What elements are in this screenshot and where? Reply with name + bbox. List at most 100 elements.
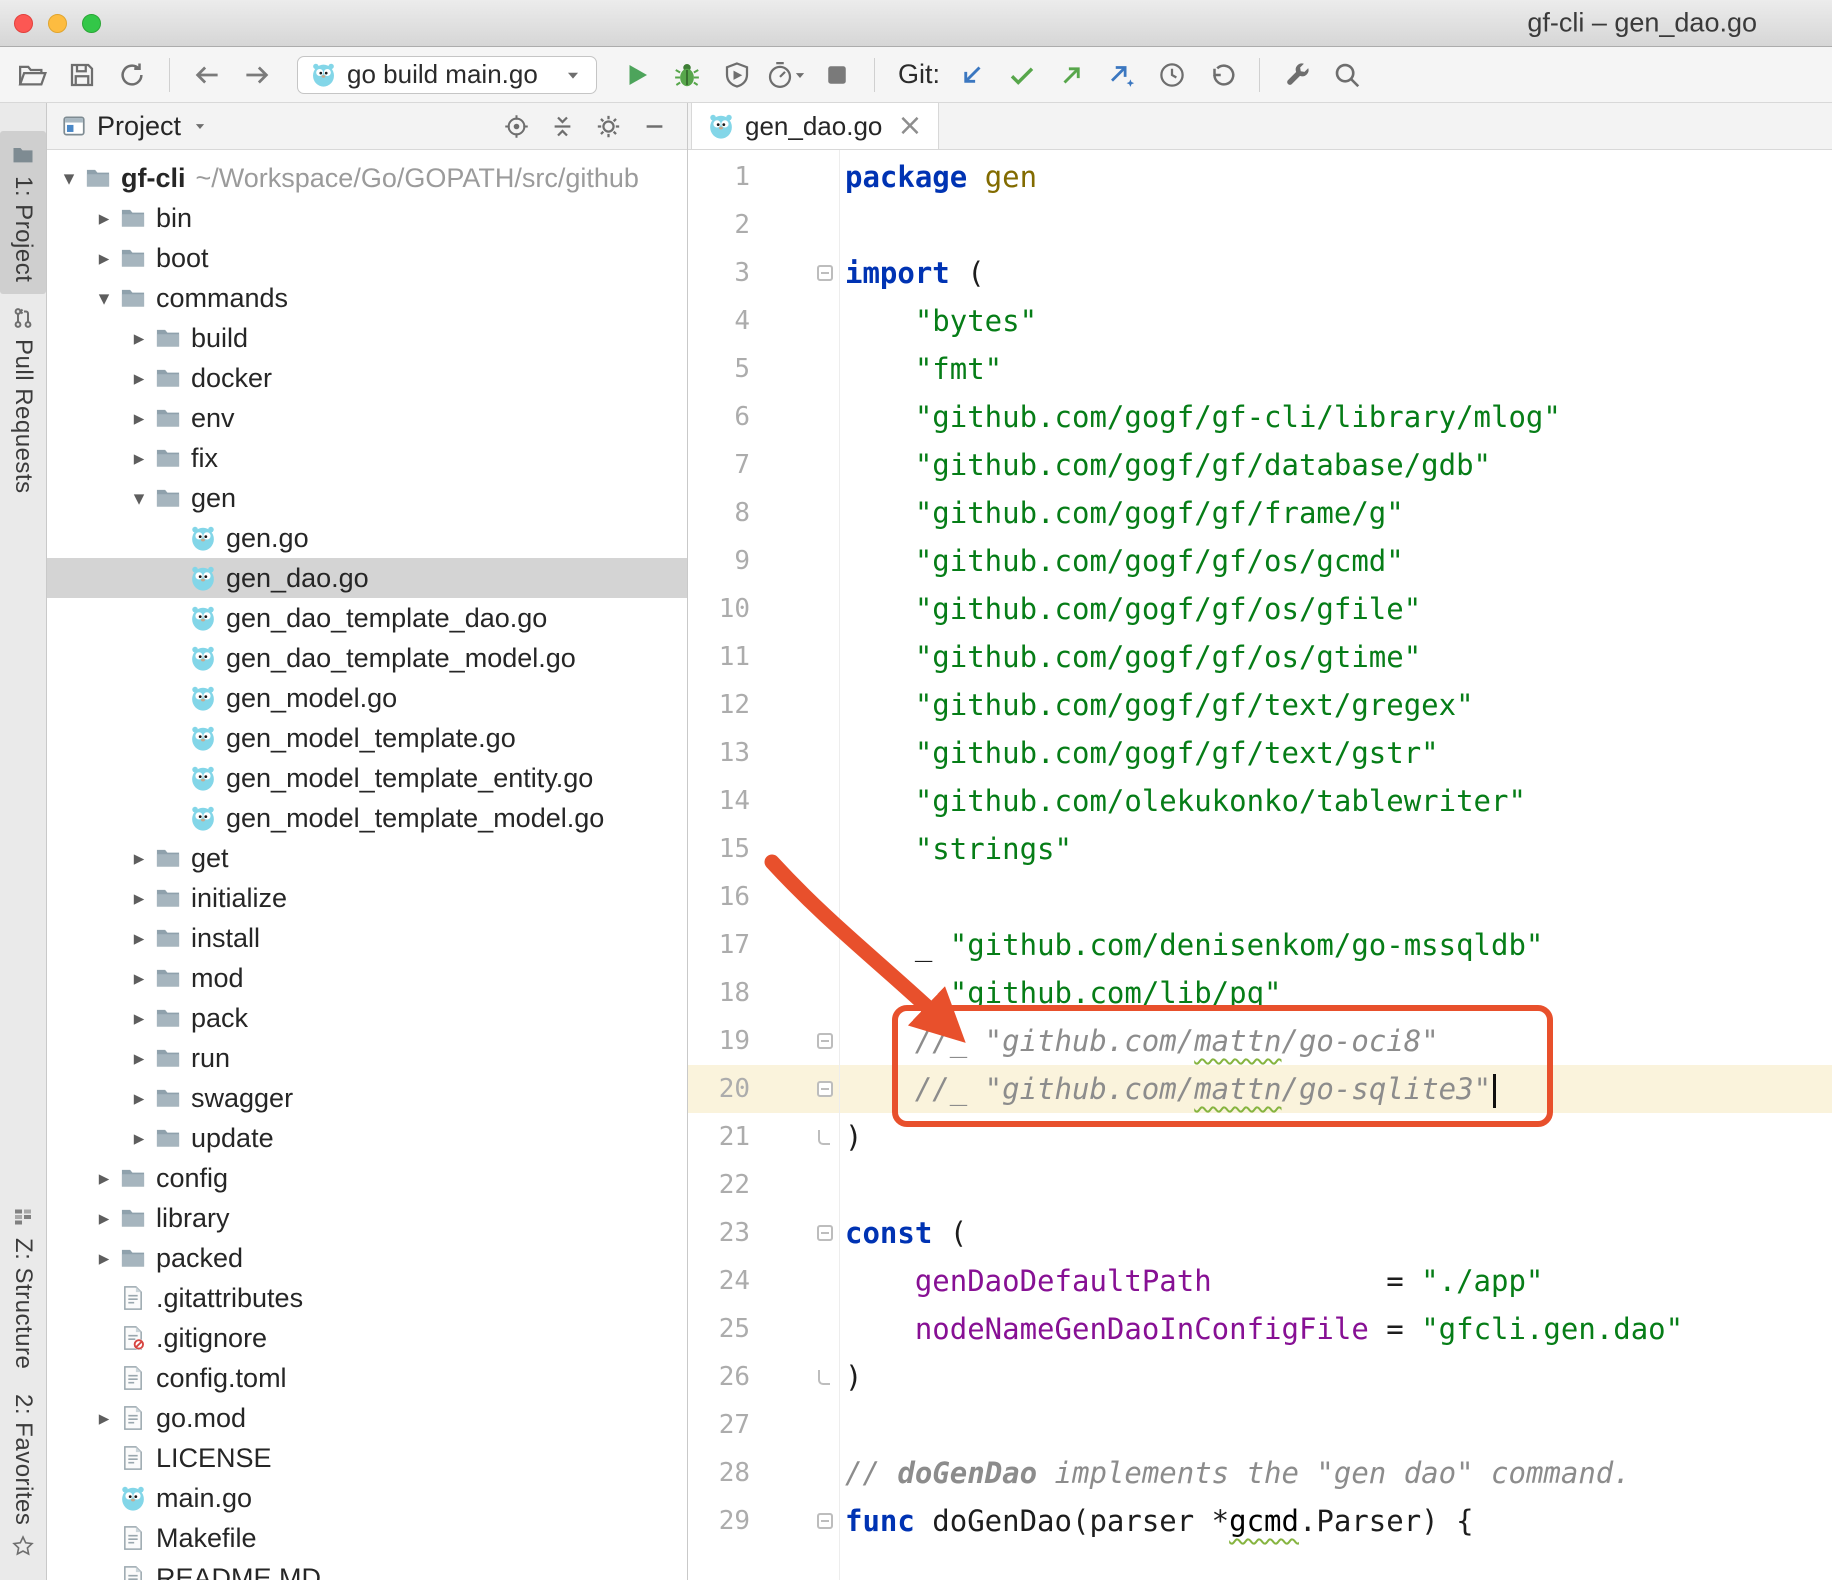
chevron-right-icon[interactable]: ▸ bbox=[124, 366, 154, 390]
tree-item-gen_model_template_entity.go[interactable]: gen_model_template_entity.go bbox=[47, 758, 687, 798]
fold-marker[interactable] bbox=[750, 1513, 845, 1529]
code-line[interactable]: 1 package gen bbox=[688, 153, 1832, 201]
tree-item-gen_dao_template_model.go[interactable]: gen_dao_template_model.go bbox=[47, 638, 687, 678]
code-line[interactable]: 12 "github.com/gogf/gf/text/gregex" bbox=[688, 681, 1832, 729]
locate-file-button[interactable] bbox=[497, 107, 535, 145]
tree-item-gen[interactable]: ▾ gen bbox=[47, 478, 687, 518]
code-line[interactable]: 26) bbox=[688, 1353, 1832, 1401]
panel-title[interactable]: Project bbox=[97, 111, 181, 142]
tree-item-get[interactable]: ▸ get bbox=[47, 838, 687, 878]
chevron-right-icon[interactable]: ▸ bbox=[124, 406, 154, 430]
chevron-right-icon[interactable]: ▸ bbox=[89, 1166, 119, 1190]
history-button[interactable] bbox=[1150, 53, 1194, 97]
chevron-right-icon[interactable]: ▸ bbox=[124, 1046, 154, 1070]
tree-item-gen_model_template.go[interactable]: gen_model_template.go bbox=[47, 718, 687, 758]
git-update-project-button[interactable] bbox=[950, 53, 994, 97]
collapse-all-button[interactable] bbox=[543, 107, 581, 145]
chevron-right-icon[interactable]: ▸ bbox=[124, 886, 154, 910]
code-line[interactable]: 28 // doGenDao implements the "gen dao" c… bbox=[688, 1449, 1832, 1497]
code-line[interactable]: 7 "github.com/gogf/gf/database/gdb" bbox=[688, 441, 1832, 489]
tree-item-config[interactable]: ▸ config bbox=[47, 1158, 687, 1198]
tree-item-pack[interactable]: ▸ pack bbox=[47, 998, 687, 1038]
tree-item-mod[interactable]: ▸ mod bbox=[47, 958, 687, 998]
code-line[interactable]: 19 //_ "github.com/mattn/go-oci8" bbox=[688, 1017, 1832, 1065]
chevron-right-icon[interactable]: ▸ bbox=[124, 846, 154, 870]
tree-item-packed[interactable]: ▸ packed bbox=[47, 1238, 687, 1278]
chevron-right-icon[interactable]: ▸ bbox=[124, 966, 154, 990]
fold-marker[interactable] bbox=[750, 1129, 845, 1145]
fold-marker[interactable] bbox=[750, 1033, 845, 1049]
tree-item-docker[interactable]: ▸ docker bbox=[47, 358, 687, 398]
tree-item-go.mod[interactable]: ▸ go.mod bbox=[47, 1398, 687, 1438]
minimize-window-button[interactable] bbox=[48, 14, 67, 33]
profiler-button[interactable] bbox=[765, 53, 809, 97]
tree-item-gen_dao.go[interactable]: gen_dao.go bbox=[47, 558, 687, 598]
open-button[interactable] bbox=[10, 53, 54, 97]
tree-item-LICENSE[interactable]: LICENSE bbox=[47, 1438, 687, 1478]
chevron-right-icon[interactable]: ▸ bbox=[124, 446, 154, 470]
hide-panel-button[interactable] bbox=[635, 107, 673, 145]
tool-window-button-project[interactable]: 1: Project bbox=[0, 131, 46, 295]
panel-settings-button[interactable] bbox=[589, 107, 627, 145]
tree-item-gf-cli[interactable]: ▾ gf-cli ~/Workspace/Go/GOPATH/src/github bbox=[47, 158, 687, 198]
chevron-right-icon[interactable]: ▸ bbox=[124, 1006, 154, 1030]
chevron-right-icon[interactable]: ▸ bbox=[124, 926, 154, 950]
forward-button[interactable] bbox=[235, 53, 279, 97]
fold-marker[interactable] bbox=[750, 1369, 845, 1385]
tree-item-update[interactable]: ▸ update bbox=[47, 1118, 687, 1158]
code-editor[interactable]: 1 package gen 2 3 import (4 "bytes" 5 "fmt" 6 … bbox=[688, 150, 1832, 1580]
rollback-button[interactable] bbox=[1200, 53, 1244, 97]
code-line[interactable]: 25 nodeNameGenDaoInConfigFile = "gfcli.g… bbox=[688, 1305, 1832, 1353]
code-line[interactable]: 20 //_ "github.com/mattn/go-sqlite3" bbox=[688, 1065, 1832, 1113]
tree-item-gen_model_template_model.go[interactable]: gen_model_template_model.go bbox=[47, 798, 687, 838]
chevron-down-icon[interactable]: ▾ bbox=[89, 286, 119, 310]
coverage-button[interactable] bbox=[715, 53, 759, 97]
git-commit-button[interactable] bbox=[1000, 53, 1044, 97]
code-line[interactable]: 9 "github.com/gogf/gf/os/gcmd" bbox=[688, 537, 1832, 585]
search-everywhere-button[interactable] bbox=[1325, 53, 1369, 97]
chevron-down-icon[interactable]: ▾ bbox=[54, 166, 84, 190]
tree-item-gen_dao_template_dao.go[interactable]: gen_dao_template_dao.go bbox=[47, 598, 687, 638]
code-line[interactable]: 14 "github.com/olekukonko/tablewriter" bbox=[688, 777, 1832, 825]
tree-item-Makefile[interactable]: Makefile bbox=[47, 1518, 687, 1558]
tree-item-README.MD[interactable]: README.MD bbox=[47, 1558, 687, 1580]
close-window-button[interactable] bbox=[14, 14, 33, 33]
code-line[interactable]: 18 _ "github.com/lib/pq" bbox=[688, 969, 1832, 1017]
tree-item-build[interactable]: ▸ build bbox=[47, 318, 687, 358]
code-line[interactable]: 3 import ( bbox=[688, 249, 1832, 297]
chevron-right-icon[interactable]: ▸ bbox=[89, 206, 119, 230]
code-line[interactable]: 27 bbox=[688, 1401, 1832, 1449]
code-line[interactable]: 5 "fmt" bbox=[688, 345, 1832, 393]
back-button[interactable] bbox=[185, 53, 229, 97]
tree-item-initialize[interactable]: ▸ initialize bbox=[47, 878, 687, 918]
code-line[interactable]: 13 "github.com/gogf/gf/text/gstr" bbox=[688, 729, 1832, 777]
tree-item-config.toml[interactable]: config.toml bbox=[47, 1358, 687, 1398]
code-line[interactable]: 21) bbox=[688, 1113, 1832, 1161]
code-line[interactable]: 17 _ "github.com/denisenkom/go-mssqldb" bbox=[688, 921, 1832, 969]
run-config-select[interactable]: go build main.go bbox=[297, 55, 597, 94]
code-line[interactable]: 15 "strings" bbox=[688, 825, 1832, 873]
save-button[interactable] bbox=[60, 53, 104, 97]
tree-item-fix[interactable]: ▸ fix bbox=[47, 438, 687, 478]
code-line[interactable]: 16 bbox=[688, 873, 1832, 921]
tree-item-swagger[interactable]: ▸ swagger bbox=[47, 1078, 687, 1118]
chevron-right-icon[interactable]: ▸ bbox=[89, 1246, 119, 1270]
chevron-right-icon[interactable]: ▸ bbox=[124, 326, 154, 350]
code-line[interactable]: 22 bbox=[688, 1161, 1832, 1209]
tree-item-.gitattributes[interactable]: .gitattributes bbox=[47, 1278, 687, 1318]
external-tools-button[interactable] bbox=[1275, 53, 1319, 97]
chevron-right-icon[interactable]: ▸ bbox=[89, 1406, 119, 1430]
fold-marker[interactable] bbox=[750, 1081, 845, 1097]
chevron-down-icon[interactable]: ▾ bbox=[124, 486, 154, 510]
code-line[interactable]: 11 "github.com/gogf/gf/os/gtime" bbox=[688, 633, 1832, 681]
tool-window-button-favorites[interactable]: 2: Favorites bbox=[0, 1382, 46, 1570]
zoom-window-button[interactable] bbox=[82, 14, 101, 33]
code-line[interactable]: 10 "github.com/gogf/gf/os/gfile" bbox=[688, 585, 1832, 633]
close-icon[interactable]: × bbox=[897, 111, 922, 141]
fold-marker[interactable] bbox=[750, 1225, 845, 1241]
stop-button[interactable] bbox=[815, 53, 859, 97]
tree-item-.gitignore[interactable]: .gitignore bbox=[47, 1318, 687, 1358]
code-line[interactable]: 23 const ( bbox=[688, 1209, 1832, 1257]
chevron-down-icon[interactable] bbox=[191, 117, 209, 135]
tree-item-run[interactable]: ▸ run bbox=[47, 1038, 687, 1078]
